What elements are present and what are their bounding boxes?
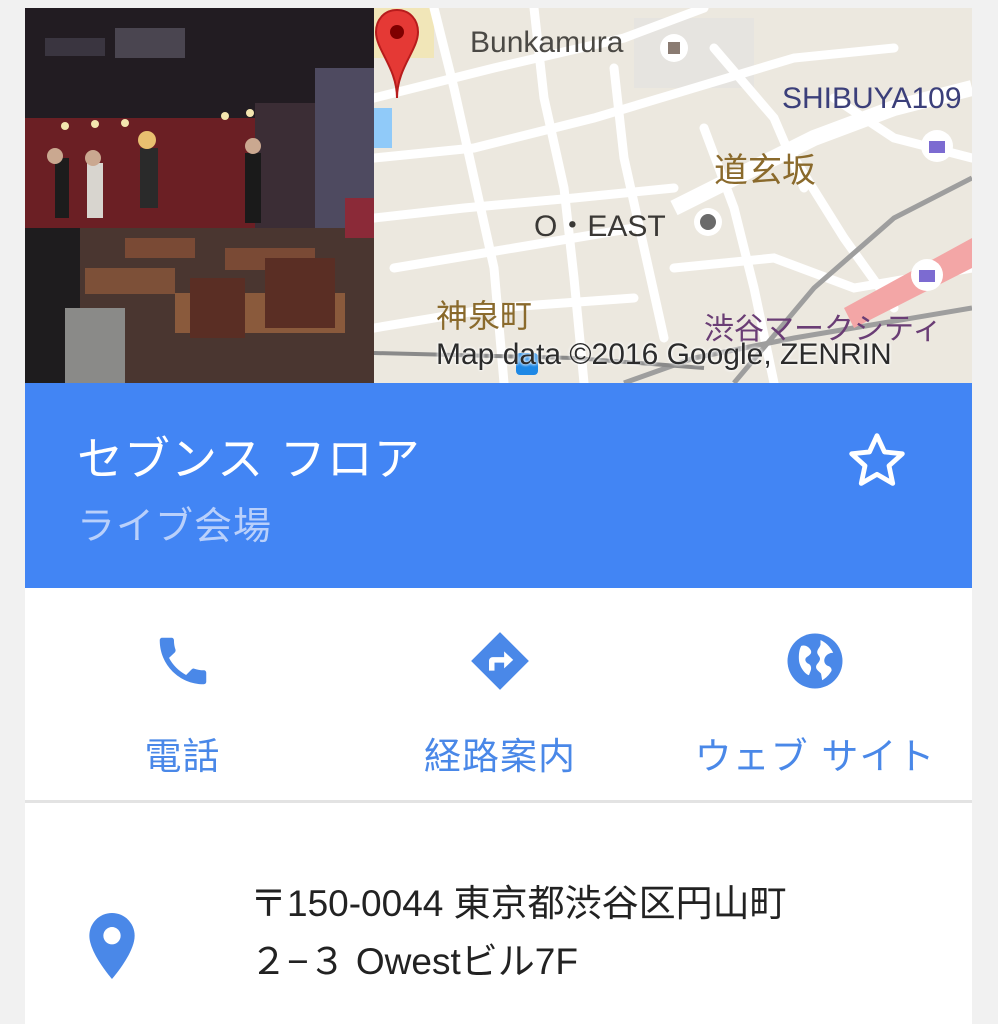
venue-photo[interactable] bbox=[25, 8, 374, 383]
location-pin-icon bbox=[89, 913, 135, 979]
map-marker-icon bbox=[374, 8, 420, 99]
map-label-shibuya109: SHIBUYA109 bbox=[782, 82, 962, 115]
action-bar: 電話 経路案内 ウェブ サイト bbox=[25, 588, 972, 803]
address-row[interactable]: 〒150-0044 東京都渋谷区円山町 ２−３ Owestビル7F bbox=[25, 803, 972, 1024]
save-star-button[interactable] bbox=[835, 419, 919, 503]
call-label: 電話 bbox=[144, 735, 221, 778]
call-button[interactable]: 電話 bbox=[100, 588, 265, 800]
address-text: 〒150-0044 東京都渋谷区円山町 ２−３ Owestビル7F bbox=[250, 875, 787, 991]
map-attribution: Map data ©2016 Google, ZENRIN bbox=[436, 338, 892, 371]
map-preview[interactable]: Bunkamura SHIBUYA109 道玄坂 O・EAST 神泉町 渋谷マー… bbox=[374, 8, 972, 383]
map-label-oeast: O・EAST bbox=[534, 210, 666, 243]
directions-label: 経路案内 bbox=[424, 735, 576, 778]
website-label: ウェブ サイト bbox=[694, 735, 936, 778]
address-line-1: 〒150-0044 東京都渋谷区円山町 bbox=[250, 883, 787, 924]
map-label-shinsencho: 神泉町 bbox=[436, 298, 533, 334]
map-label-bunkamura: Bunkamura bbox=[470, 26, 624, 59]
globe-icon bbox=[780, 626, 850, 696]
venue-photo-illustration bbox=[25, 8, 374, 383]
directions-button[interactable]: 経路案内 bbox=[400, 588, 600, 800]
place-header: セブンス フロア ライブ会場 bbox=[25, 383, 972, 588]
phone-icon bbox=[148, 626, 218, 696]
address-line-2: ２−３ Owestビル7F bbox=[250, 941, 578, 982]
directions-icon bbox=[465, 626, 535, 696]
place-name: セブンス フロア bbox=[77, 432, 421, 486]
place-card: Bunkamura SHIBUYA109 道玄坂 O・EAST 神泉町 渋谷マー… bbox=[25, 8, 972, 1024]
map-label-dogenzaka: 道玄坂 bbox=[714, 152, 816, 190]
website-button[interactable]: ウェブ サイト bbox=[680, 588, 950, 800]
place-category: ライブ会場 bbox=[77, 504, 273, 548]
star-outline-icon bbox=[849, 433, 905, 486]
